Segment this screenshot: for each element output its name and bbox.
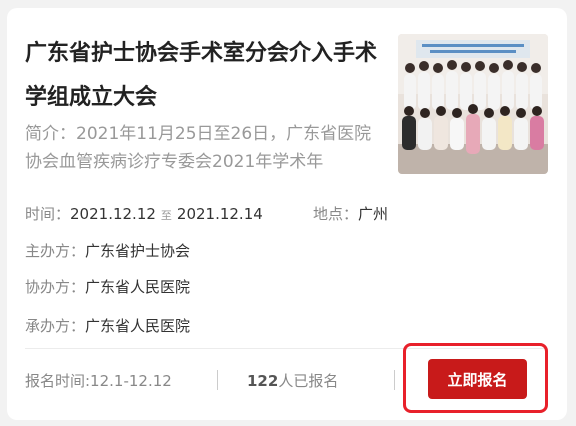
time-end: 2021.12.14: [176, 205, 263, 223]
location-value: 广州: [358, 205, 389, 223]
organizer-value: 广东省人民医院: [85, 317, 191, 335]
time-start: 2021.12.12: [70, 205, 156, 223]
registered-suffix: 人已报名: [278, 372, 339, 390]
host-label: 主办方：: [25, 242, 86, 260]
host-row: 主办方：广东省护士协会: [25, 240, 190, 261]
location-label: 地点：: [313, 205, 359, 223]
footer-separator: [394, 370, 395, 390]
register-button[interactable]: 立即报名: [428, 359, 527, 399]
registration-period: 报名时间:12.1-12.12: [25, 372, 172, 390]
cohost-value: 广东省人民医院: [85, 278, 191, 296]
cohost-label: 协办方：: [25, 278, 86, 296]
organizer-row: 承办方：广东省人民医院: [25, 315, 190, 336]
event-title[interactable]: 广东省护士协会手术室分会介入手术学组成立大会: [25, 32, 385, 120]
registered-count: 122: [247, 372, 279, 390]
footer-separator: [217, 370, 218, 390]
registered-count-text: 122人已报名: [247, 370, 338, 391]
event-location-row: 地点：广州: [313, 203, 388, 224]
cohost-row: 协办方：广东省人民医院: [25, 276, 190, 297]
organizer-label: 承办方：: [25, 317, 86, 335]
event-card[interactable]: 广东省护士协会手术室分会介入手术学组成立大会 简介：2021年11月25日至26…: [7, 8, 567, 420]
group-photo-image: [398, 34, 548, 174]
event-summary: 简介：2021年11月25日至26日，广东省医院协会血管疾病诊疗专委会2021年…: [25, 124, 372, 172]
event-time-row: 时间：2021.12.12 至 2021.12.14: [25, 203, 263, 224]
event-photo[interactable]: [398, 34, 548, 174]
time-label: 时间：: [25, 205, 71, 223]
host-value: 广东省护士协会: [85, 242, 191, 260]
time-separator: 至: [160, 209, 172, 222]
